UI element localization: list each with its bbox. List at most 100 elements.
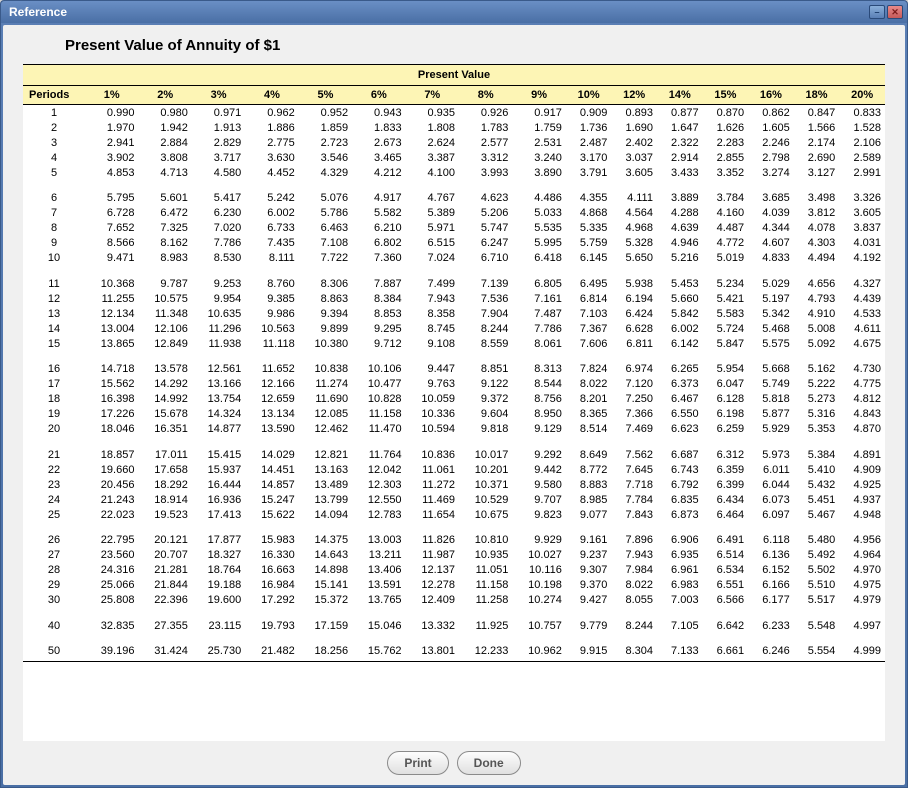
value-cell: 4.868 bbox=[566, 206, 612, 221]
value-cell: 4.639 bbox=[657, 221, 703, 236]
value-cell: 7.652 bbox=[85, 221, 138, 236]
value-cell: 10.368 bbox=[85, 266, 138, 292]
value-cell: 39.196 bbox=[85, 633, 138, 662]
value-cell: 8.022 bbox=[611, 578, 657, 593]
value-cell: 6.194 bbox=[611, 291, 657, 306]
value-cell: 11.925 bbox=[459, 608, 512, 634]
value-cell: 20.121 bbox=[138, 522, 191, 548]
value-cell: 19.793 bbox=[245, 608, 298, 634]
value-cell: 10.201 bbox=[459, 462, 512, 477]
value-cell: 5.938 bbox=[611, 266, 657, 292]
value-cell: 22.396 bbox=[138, 593, 191, 608]
value-cell: 2.174 bbox=[794, 135, 840, 150]
value-cell: 8.756 bbox=[512, 392, 565, 407]
present-value-header: Present Value bbox=[23, 65, 885, 86]
value-cell: 0.962 bbox=[245, 105, 298, 121]
value-cell: 1.759 bbox=[512, 120, 565, 135]
value-cell: 0.847 bbox=[794, 105, 840, 121]
value-cell: 6.464 bbox=[703, 507, 749, 522]
value-cell: 4.956 bbox=[839, 522, 885, 548]
value-cell: 5.759 bbox=[566, 236, 612, 251]
table-row: 21.9701.9421.9131.8861.8591.8331.8081.78… bbox=[23, 120, 885, 135]
value-cell: 12.278 bbox=[406, 578, 459, 593]
value-cell: 14.029 bbox=[245, 437, 298, 463]
value-cell: 13.801 bbox=[406, 633, 459, 662]
period-cell: 26 bbox=[23, 522, 85, 548]
value-cell: 13.489 bbox=[299, 477, 352, 492]
table-row: 65.7955.6015.4175.2425.0764.9174.7674.62… bbox=[23, 180, 885, 206]
value-cell: 5.601 bbox=[138, 180, 191, 206]
value-cell: 8.313 bbox=[512, 351, 565, 377]
value-cell: 6.961 bbox=[657, 563, 703, 578]
value-cell: 12.233 bbox=[459, 633, 512, 662]
value-cell: 5.818 bbox=[748, 392, 794, 407]
value-cell: 0.833 bbox=[839, 105, 885, 121]
value-cell: 5.668 bbox=[748, 351, 794, 377]
value-cell: 4.937 bbox=[839, 492, 885, 507]
value-cell: 3.605 bbox=[611, 165, 657, 180]
print-button[interactable]: Print bbox=[387, 751, 448, 775]
annuity-table: Present Value Periods 1%2%3%4%5%6%7%8%9%… bbox=[23, 64, 885, 662]
table-row: 2925.06621.84419.18816.98415.14113.59112… bbox=[23, 578, 885, 593]
value-cell: 11.987 bbox=[406, 548, 459, 563]
value-cell: 4.948 bbox=[839, 507, 885, 522]
value-cell: 10.380 bbox=[299, 336, 352, 351]
value-cell: 5.008 bbox=[794, 321, 840, 336]
value-cell: 9.471 bbox=[85, 251, 138, 266]
value-cell: 4.775 bbox=[839, 377, 885, 392]
table-row: 76.7286.4726.2306.0025.7865.5825.3895.20… bbox=[23, 206, 885, 221]
value-cell: 10.336 bbox=[406, 407, 459, 422]
value-cell: 5.468 bbox=[748, 321, 794, 336]
value-cell: 8.544 bbox=[512, 377, 565, 392]
value-cell: 17.159 bbox=[299, 608, 352, 634]
value-cell: 16.984 bbox=[245, 578, 298, 593]
value-cell: 6.002 bbox=[245, 206, 298, 221]
close-button[interactable]: ✕ bbox=[887, 5, 903, 19]
value-cell: 6.467 bbox=[657, 392, 703, 407]
minimize-button[interactable]: – bbox=[869, 5, 885, 19]
value-cell: 9.763 bbox=[406, 377, 459, 392]
value-cell: 1.913 bbox=[192, 120, 245, 135]
value-cell: 6.873 bbox=[657, 507, 703, 522]
table-row: 1312.13411.34810.6359.9869.3948.8538.358… bbox=[23, 306, 885, 321]
value-cell: 9.077 bbox=[566, 507, 612, 522]
value-cell: 0.877 bbox=[657, 105, 703, 121]
value-cell: 10.757 bbox=[512, 608, 565, 634]
value-cell: 3.387 bbox=[406, 150, 459, 165]
value-cell: 13.406 bbox=[352, 563, 405, 578]
done-button[interactable]: Done bbox=[457, 751, 521, 775]
value-cell: 8.985 bbox=[566, 492, 612, 507]
value-cell: 13.166 bbox=[192, 377, 245, 392]
value-cell: 6.566 bbox=[703, 593, 749, 608]
value-cell: 3.326 bbox=[839, 180, 885, 206]
value-cell: 4.078 bbox=[794, 221, 840, 236]
value-cell: 10.838 bbox=[299, 351, 352, 377]
value-cell: 10.675 bbox=[459, 507, 512, 522]
value-cell: 0.893 bbox=[611, 105, 657, 121]
rate-header: 6% bbox=[352, 86, 405, 105]
value-cell: 5.216 bbox=[657, 251, 703, 266]
value-cell: 5.410 bbox=[794, 462, 840, 477]
table-row: 1816.39814.99213.75412.65911.69010.82810… bbox=[23, 392, 885, 407]
value-cell: 18.292 bbox=[138, 477, 191, 492]
value-cell: 7.536 bbox=[459, 291, 512, 306]
value-cell: 9.707 bbox=[512, 492, 565, 507]
value-cell: 6.802 bbox=[352, 236, 405, 251]
value-cell: 6.166 bbox=[748, 578, 794, 593]
value-cell: 4.212 bbox=[352, 165, 405, 180]
rate-header: 20% bbox=[839, 86, 885, 105]
value-cell: 3.240 bbox=[512, 150, 565, 165]
titlebar-controls: – ✕ bbox=[869, 5, 903, 19]
value-cell: 6.418 bbox=[512, 251, 565, 266]
rate-header: 8% bbox=[459, 86, 512, 105]
value-cell: 7.469 bbox=[611, 422, 657, 437]
value-cell: 1.605 bbox=[748, 120, 794, 135]
table-row: 1110.3689.7879.2538.7608.3067.8877.4997.… bbox=[23, 266, 885, 292]
value-cell: 12.462 bbox=[299, 422, 352, 437]
value-cell: 6.230 bbox=[192, 206, 245, 221]
value-cell: 7.105 bbox=[657, 608, 703, 634]
value-cell: 13.578 bbox=[138, 351, 191, 377]
value-cell: 6.550 bbox=[657, 407, 703, 422]
value-cell: 17.658 bbox=[138, 462, 191, 477]
value-cell: 2.402 bbox=[611, 135, 657, 150]
